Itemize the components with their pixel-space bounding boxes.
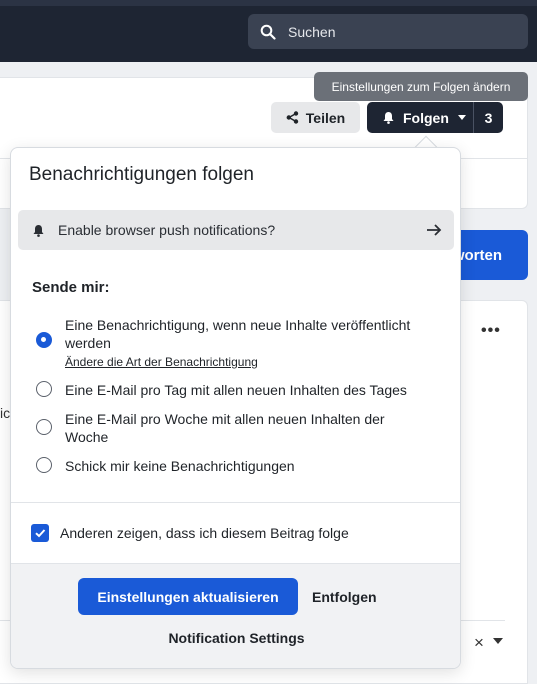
bell-icon [382, 111, 403, 124]
radio-daily-email[interactable] [36, 381, 52, 397]
option-label: Eine E-Mail pro Tag mit allen neuen Inha… [65, 382, 407, 398]
more-icon[interactable]: ••• [481, 322, 501, 340]
radio-no-notifications[interactable] [36, 457, 52, 473]
share-label: Teilen [305, 109, 346, 126]
option-daily-email[interactable]: Eine E-Mail pro Tag mit allen neuen Inha… [36, 381, 446, 399]
post-text-fragment: ic [0, 405, 11, 421]
share-icon [286, 111, 306, 124]
change-notification-type-link[interactable]: Ändere die Art der Benachrichtigung [65, 353, 436, 371]
option-weekly-email[interactable]: Eine E-Mail pro Woche mit allen neuen In… [36, 410, 421, 446]
notification-settings-link[interactable]: Notification Settings [11, 630, 460, 646]
send-me-label: Sende mir: [32, 279, 110, 296]
header-strip [0, 0, 537, 6]
popup-title: Benachrichtigungen folgen [29, 164, 255, 185]
radio-weekly-email[interactable] [36, 419, 52, 435]
option-label: Eine Benachrichtigung, wenn neue Inhalte… [65, 317, 411, 351]
option-label: Schick mir keine Benachrichtigungen [65, 458, 295, 474]
popup-divider [11, 502, 460, 503]
option-notification[interactable]: Eine Benachrichtigung, wenn neue Inhalte… [36, 316, 436, 371]
follow-button[interactable]: Folgen 3 [367, 102, 503, 133]
show-following-label: Anderen zeigen, dass ich diesem Beitrag … [60, 525, 349, 541]
option-label: Eine E-Mail pro Woche mit allen neuen In… [65, 411, 385, 445]
popup-footer: Einstellungen aktualisieren Entfolgen No… [11, 563, 460, 668]
follow-dropdown-toggle[interactable]: Folgen [367, 102, 473, 133]
search-input[interactable]: Suchen [248, 14, 528, 49]
arrow-right-icon [427, 224, 442, 236]
show-following-checkbox[interactable] [31, 524, 49, 542]
top-header: Suchen [0, 0, 537, 62]
check-icon [35, 529, 46, 538]
show-following-row[interactable]: Anderen zeigen, dass ich diesem Beitrag … [31, 524, 349, 542]
share-button[interactable]: Teilen [271, 102, 360, 133]
chevron-down-icon[interactable] [493, 638, 503, 644]
bell-icon [32, 224, 45, 237]
follower-count[interactable]: 3 [474, 110, 503, 126]
unfollow-button[interactable]: Entfolgen [312, 578, 377, 615]
option-text-container: Eine Benachrichtigung, wenn neue Inhalte… [65, 316, 436, 371]
follow-settings-tooltip: Einstellungen zum Folgen ändern [314, 72, 528, 101]
push-prompt-text: Enable browser push notifications? [58, 222, 276, 238]
radio-notification[interactable] [36, 332, 52, 348]
update-settings-button[interactable]: Einstellungen aktualisieren [78, 578, 298, 615]
search-icon [260, 24, 276, 40]
chevron-down-icon [457, 115, 466, 120]
close-icon[interactable]: × [474, 633, 484, 653]
follow-label: Folgen [403, 109, 449, 126]
push-notification-prompt[interactable]: Enable browser push notifications? [18, 210, 454, 250]
search-placeholder: Suchen [288, 23, 336, 40]
follow-notifications-popup: Benachrichtigungen folgen Enable browser… [10, 147, 461, 669]
option-no-notifications[interactable]: Schick mir keine Benachrichtigungen [36, 457, 436, 475]
